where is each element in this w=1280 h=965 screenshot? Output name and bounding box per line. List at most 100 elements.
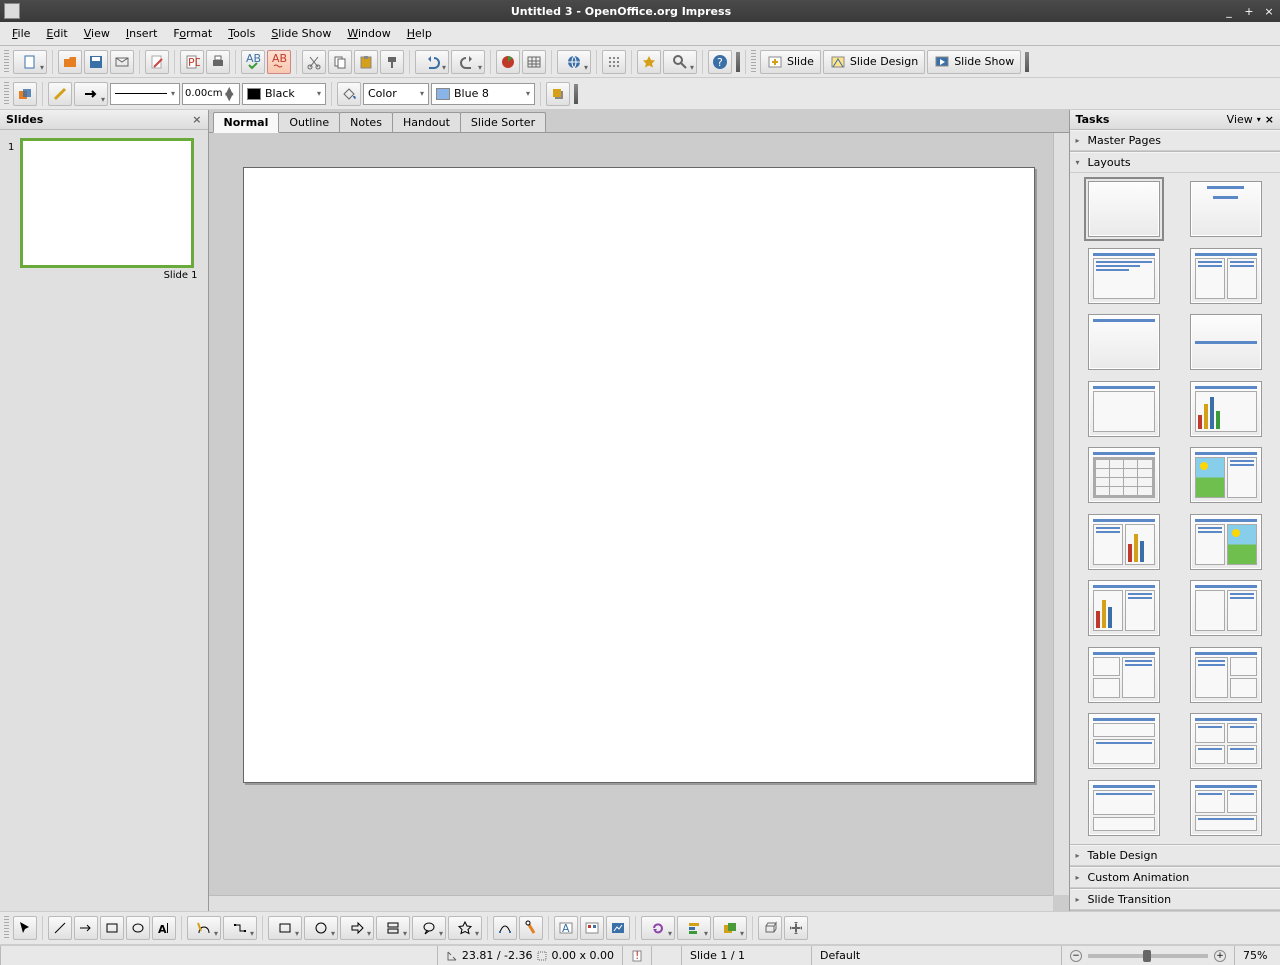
spellcheck-button[interactable]: ABC (241, 50, 265, 74)
acc-head-custom-animation[interactable]: ▸Custom Animation (1070, 867, 1280, 888)
menu-slideshow[interactable]: Slide Show (263, 25, 339, 42)
layout-title-content-2obj[interactable] (1190, 647, 1262, 703)
line-type-combo[interactable]: ▾ (110, 83, 180, 105)
table-button[interactable] (522, 50, 546, 74)
line-tool[interactable] (48, 916, 72, 940)
menu-help[interactable]: Help (399, 25, 440, 42)
zoom-out-icon[interactable]: − (1070, 950, 1082, 962)
connector-tool[interactable] (223, 916, 257, 940)
zoom-in-icon[interactable]: + (1214, 950, 1226, 962)
rotate-tool[interactable] (641, 916, 675, 940)
layout-title[interactable] (1190, 181, 1262, 237)
toolbar-handle[interactable] (4, 82, 9, 106)
slide-thumbnail-item[interactable]: 1 Slide 1 (8, 138, 200, 281)
menu-format[interactable]: Format (165, 25, 220, 42)
zoom-button[interactable] (663, 50, 697, 74)
acc-head-master-pages[interactable]: ▸Master Pages (1070, 130, 1280, 151)
symbol-shapes-tool[interactable] (304, 916, 338, 940)
arrange-tool[interactable] (713, 916, 747, 940)
layout-two-content[interactable] (1190, 248, 1262, 304)
points-tool[interactable] (493, 916, 517, 940)
redo-button[interactable] (451, 50, 485, 74)
gallery-tool[interactable] (606, 916, 630, 940)
shadow-button[interactable] (546, 82, 570, 106)
layout-title-chart-content[interactable] (1088, 580, 1160, 636)
email-button[interactable] (110, 50, 134, 74)
layout-title-table[interactable] (1088, 447, 1160, 503)
acc-head-layouts[interactable]: ▾Layouts (1070, 152, 1280, 173)
fill-color-combo[interactable]: Blue 8▾ (431, 83, 535, 105)
arrow-tool[interactable] (74, 916, 98, 940)
cut-button[interactable] (302, 50, 326, 74)
paste-button[interactable] (354, 50, 378, 74)
chart-button[interactable] (496, 50, 520, 74)
curve-tool[interactable] (187, 916, 221, 940)
line-width-spinner[interactable]: ▲▼ (182, 83, 240, 105)
layouts-body[interactable] (1070, 173, 1280, 844)
slide-show-button[interactable]: Slide Show (927, 50, 1021, 74)
ellipse-tool[interactable] (126, 916, 150, 940)
interaction-tool[interactable] (784, 916, 808, 940)
status-template[interactable]: Default (811, 946, 1061, 965)
tasks-view-menu[interactable]: View (1227, 113, 1253, 126)
layout-title-object-content[interactable] (1190, 580, 1262, 636)
fontwork-tool[interactable]: A (554, 916, 578, 940)
arrow-style-button[interactable] (74, 82, 108, 106)
help-button[interactable]: ? (708, 50, 732, 74)
auto-spellcheck-button[interactable]: ABC (267, 50, 291, 74)
menu-window[interactable]: Window (339, 25, 398, 42)
tab-slide-sorter[interactable]: Slide Sorter (460, 112, 546, 132)
align-tool[interactable] (677, 916, 711, 940)
slides-panel-body[interactable]: 1 Slide 1 (0, 130, 208, 911)
hyperlink-button[interactable] (557, 50, 591, 74)
layout-title-4content[interactable] (1190, 713, 1262, 769)
tab-notes[interactable]: Notes (339, 112, 393, 132)
layout-title-2content-over[interactable] (1190, 780, 1262, 836)
extrusion-tool[interactable] (758, 916, 782, 940)
slide-canvas[interactable] (243, 167, 1035, 783)
status-zoom-percent[interactable]: 75% (1234, 946, 1280, 965)
undo-button[interactable] (415, 50, 449, 74)
layout-title-content-over-obj[interactable] (1088, 713, 1160, 769)
basic-shapes-tool[interactable] (268, 916, 302, 940)
format-paintbrush-button[interactable] (380, 50, 404, 74)
menu-tools[interactable]: Tools (220, 25, 263, 42)
flowchart-tool[interactable] (376, 916, 410, 940)
insert-slide-button[interactable]: Slide (760, 50, 821, 74)
horizontal-scrollbar[interactable] (209, 895, 1053, 911)
grid-button[interactable] (602, 50, 626, 74)
line-style-icon[interactable] (48, 82, 72, 106)
stars-tool[interactable] (448, 916, 482, 940)
toolbar-handle[interactable] (4, 916, 9, 940)
menu-file[interactable]: File (4, 25, 38, 42)
minimize-button[interactable]: _ (1222, 5, 1236, 18)
vertical-scrollbar[interactable] (1053, 133, 1069, 895)
canvas-area[interactable] (209, 133, 1069, 911)
print-button[interactable] (206, 50, 230, 74)
open-button[interactable] (58, 50, 82, 74)
block-arrows-tool[interactable] (340, 916, 374, 940)
tab-handout[interactable]: Handout (392, 112, 461, 132)
close-button[interactable]: × (1262, 5, 1276, 18)
edit-file-button[interactable] (145, 50, 169, 74)
fill-type-combo[interactable]: Color▾ (363, 83, 429, 105)
layout-title-content-image[interactable] (1190, 514, 1262, 570)
arrange-button[interactable] (13, 82, 37, 106)
close-panel-icon[interactable]: × (1265, 113, 1274, 126)
export-pdf-button[interactable]: PDF (180, 50, 204, 74)
toolbar-handle[interactable] (751, 50, 756, 74)
overflow-icon[interactable] (574, 84, 578, 104)
layout-title-obj-over-content[interactable] (1088, 780, 1160, 836)
close-panel-icon[interactable]: × (192, 113, 201, 126)
layout-title-content-chart[interactable] (1088, 514, 1160, 570)
gluepoints-tool[interactable] (519, 916, 543, 940)
copy-button[interactable] (328, 50, 352, 74)
menu-view[interactable]: View (76, 25, 118, 42)
line-width-input[interactable] (185, 88, 225, 99)
acc-head-slide-transition[interactable]: ▸Slide Transition (1070, 889, 1280, 910)
menu-insert[interactable]: Insert (118, 25, 166, 42)
maximize-button[interactable]: + (1242, 5, 1256, 18)
overflow-icon[interactable] (736, 52, 740, 72)
slide-design-button[interactable]: Slide Design (823, 50, 925, 74)
layout-title-image-content[interactable] (1190, 447, 1262, 503)
